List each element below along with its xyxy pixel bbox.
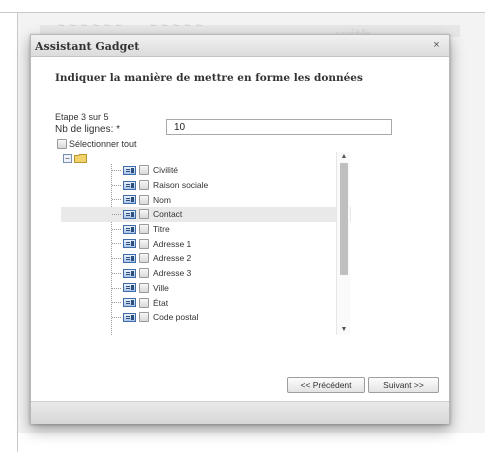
tree-connector: [112, 272, 121, 274]
field-label: Code postal: [153, 312, 199, 323]
field-label: Titre: [153, 224, 170, 235]
field-icon: [123, 209, 136, 219]
tree-connector: [112, 243, 121, 245]
background-faint-text: ~ ~ ~ ~ ~: [150, 20, 204, 32]
tree-connector: [112, 228, 121, 230]
field-icon: [123, 180, 136, 190]
field-checkbox[interactable]: [139, 209, 149, 220]
field-checkbox[interactable]: [139, 194, 149, 205]
tree-connector: [112, 316, 121, 318]
tree-item[interactable]: Civilité: [61, 163, 351, 178]
field-checkbox[interactable]: [139, 282, 149, 293]
tree-root: −: [63, 154, 87, 163]
field-label: Adresse 1: [153, 238, 192, 249]
select-all-checkbox[interactable]: [57, 139, 67, 149]
next-button[interactable]: Suivant >>: [368, 377, 439, 393]
tree-item[interactable]: État: [61, 295, 351, 310]
dialog-title: Assistant Gadget: [35, 40, 140, 53]
dialog-titlebar[interactable]: Assistant Gadget ×: [31, 35, 449, 57]
field-icon: [123, 283, 136, 293]
field-icon: [123, 224, 136, 234]
field-icon: [123, 298, 136, 308]
tree-scrollbar[interactable]: ▲ ▼: [336, 152, 350, 335]
field-icon: [123, 165, 136, 175]
field-icon: [123, 312, 136, 322]
scroll-up-icon[interactable]: ▲: [339, 153, 349, 161]
assistant-gadget-dialog: Assistant Gadget × Indiquer la manière d…: [30, 34, 450, 424]
field-icon: [123, 239, 136, 249]
rows-count-input[interactable]: [166, 119, 392, 135]
select-all-option[interactable]: Sélectionner tout: [57, 139, 137, 149]
field-label: Contact: [153, 209, 183, 220]
field-label: État: [153, 297, 169, 308]
tree-connector: [112, 170, 121, 171]
field-icon: [123, 268, 136, 278]
folder-icon: [74, 154, 87, 163]
tree-item[interactable]: Code postal: [61, 310, 351, 325]
rows-count-label: Nb de lignes: *: [55, 124, 121, 135]
field-label: Adresse 3: [153, 268, 192, 279]
scroll-down-icon[interactable]: ▼: [339, 326, 349, 334]
tree-connector: [112, 184, 121, 186]
field-checkbox[interactable]: [139, 268, 149, 279]
field-icon: [123, 195, 136, 205]
field-checkbox[interactable]: [139, 165, 149, 176]
tree-connector: [112, 199, 121, 201]
field-checkbox[interactable]: [139, 238, 149, 249]
field-label: Nom: [153, 194, 171, 205]
tree-item[interactable]: Titre: [61, 222, 351, 237]
tree-connector: [112, 287, 121, 289]
tree-connector: [112, 302, 121, 304]
tree-item[interactable]: Adresse 1: [61, 236, 351, 251]
tree-connector: [112, 258, 121, 260]
field-icon: [123, 253, 136, 263]
expander-icon[interactable]: −: [63, 154, 72, 163]
tree-item[interactable]: Raison sociale: [61, 178, 351, 193]
field-checkbox[interactable]: [139, 297, 149, 308]
tree-item[interactable]: Adresse 3: [61, 266, 351, 281]
dialog-heading: Indiquer la manière de mettre en forme l…: [55, 72, 363, 84]
close-icon[interactable]: ×: [430, 39, 443, 52]
field-checkbox[interactable]: [139, 180, 149, 191]
field-checkbox[interactable]: [139, 253, 149, 264]
field-checkbox[interactable]: [139, 312, 149, 323]
field-label: Civilité: [153, 165, 179, 176]
field-tree: − Civilité Raison sociale Nom Contact Titre A…: [61, 152, 351, 335]
tree-item[interactable]: Contact: [61, 207, 351, 222]
field-checkbox[interactable]: [139, 224, 149, 235]
tree-item[interactable]: Adresse 2: [61, 251, 351, 266]
tree-item[interactable]: Ville: [61, 281, 351, 296]
tree-connector: [112, 214, 121, 216]
field-label: Adresse 2: [153, 253, 192, 264]
scrollbar-thumb[interactable]: [340, 163, 348, 275]
select-all-label: Sélectionner tout: [69, 139, 137, 149]
field-label: Ville: [153, 282, 169, 293]
step-indicator: Etape 3 sur 5: [55, 112, 109, 122]
previous-button[interactable]: << Précédent: [287, 377, 365, 393]
field-label: Raison sociale: [153, 180, 209, 191]
tree-item[interactable]: Nom: [61, 192, 351, 207]
background-faint-text: ~ ~ ~ ~ ~ ~: [58, 20, 123, 32]
tree-rows: Civilité Raison sociale Nom Contact Titre Adr…: [61, 163, 351, 325]
dialog-footer-bar: [31, 401, 449, 424]
